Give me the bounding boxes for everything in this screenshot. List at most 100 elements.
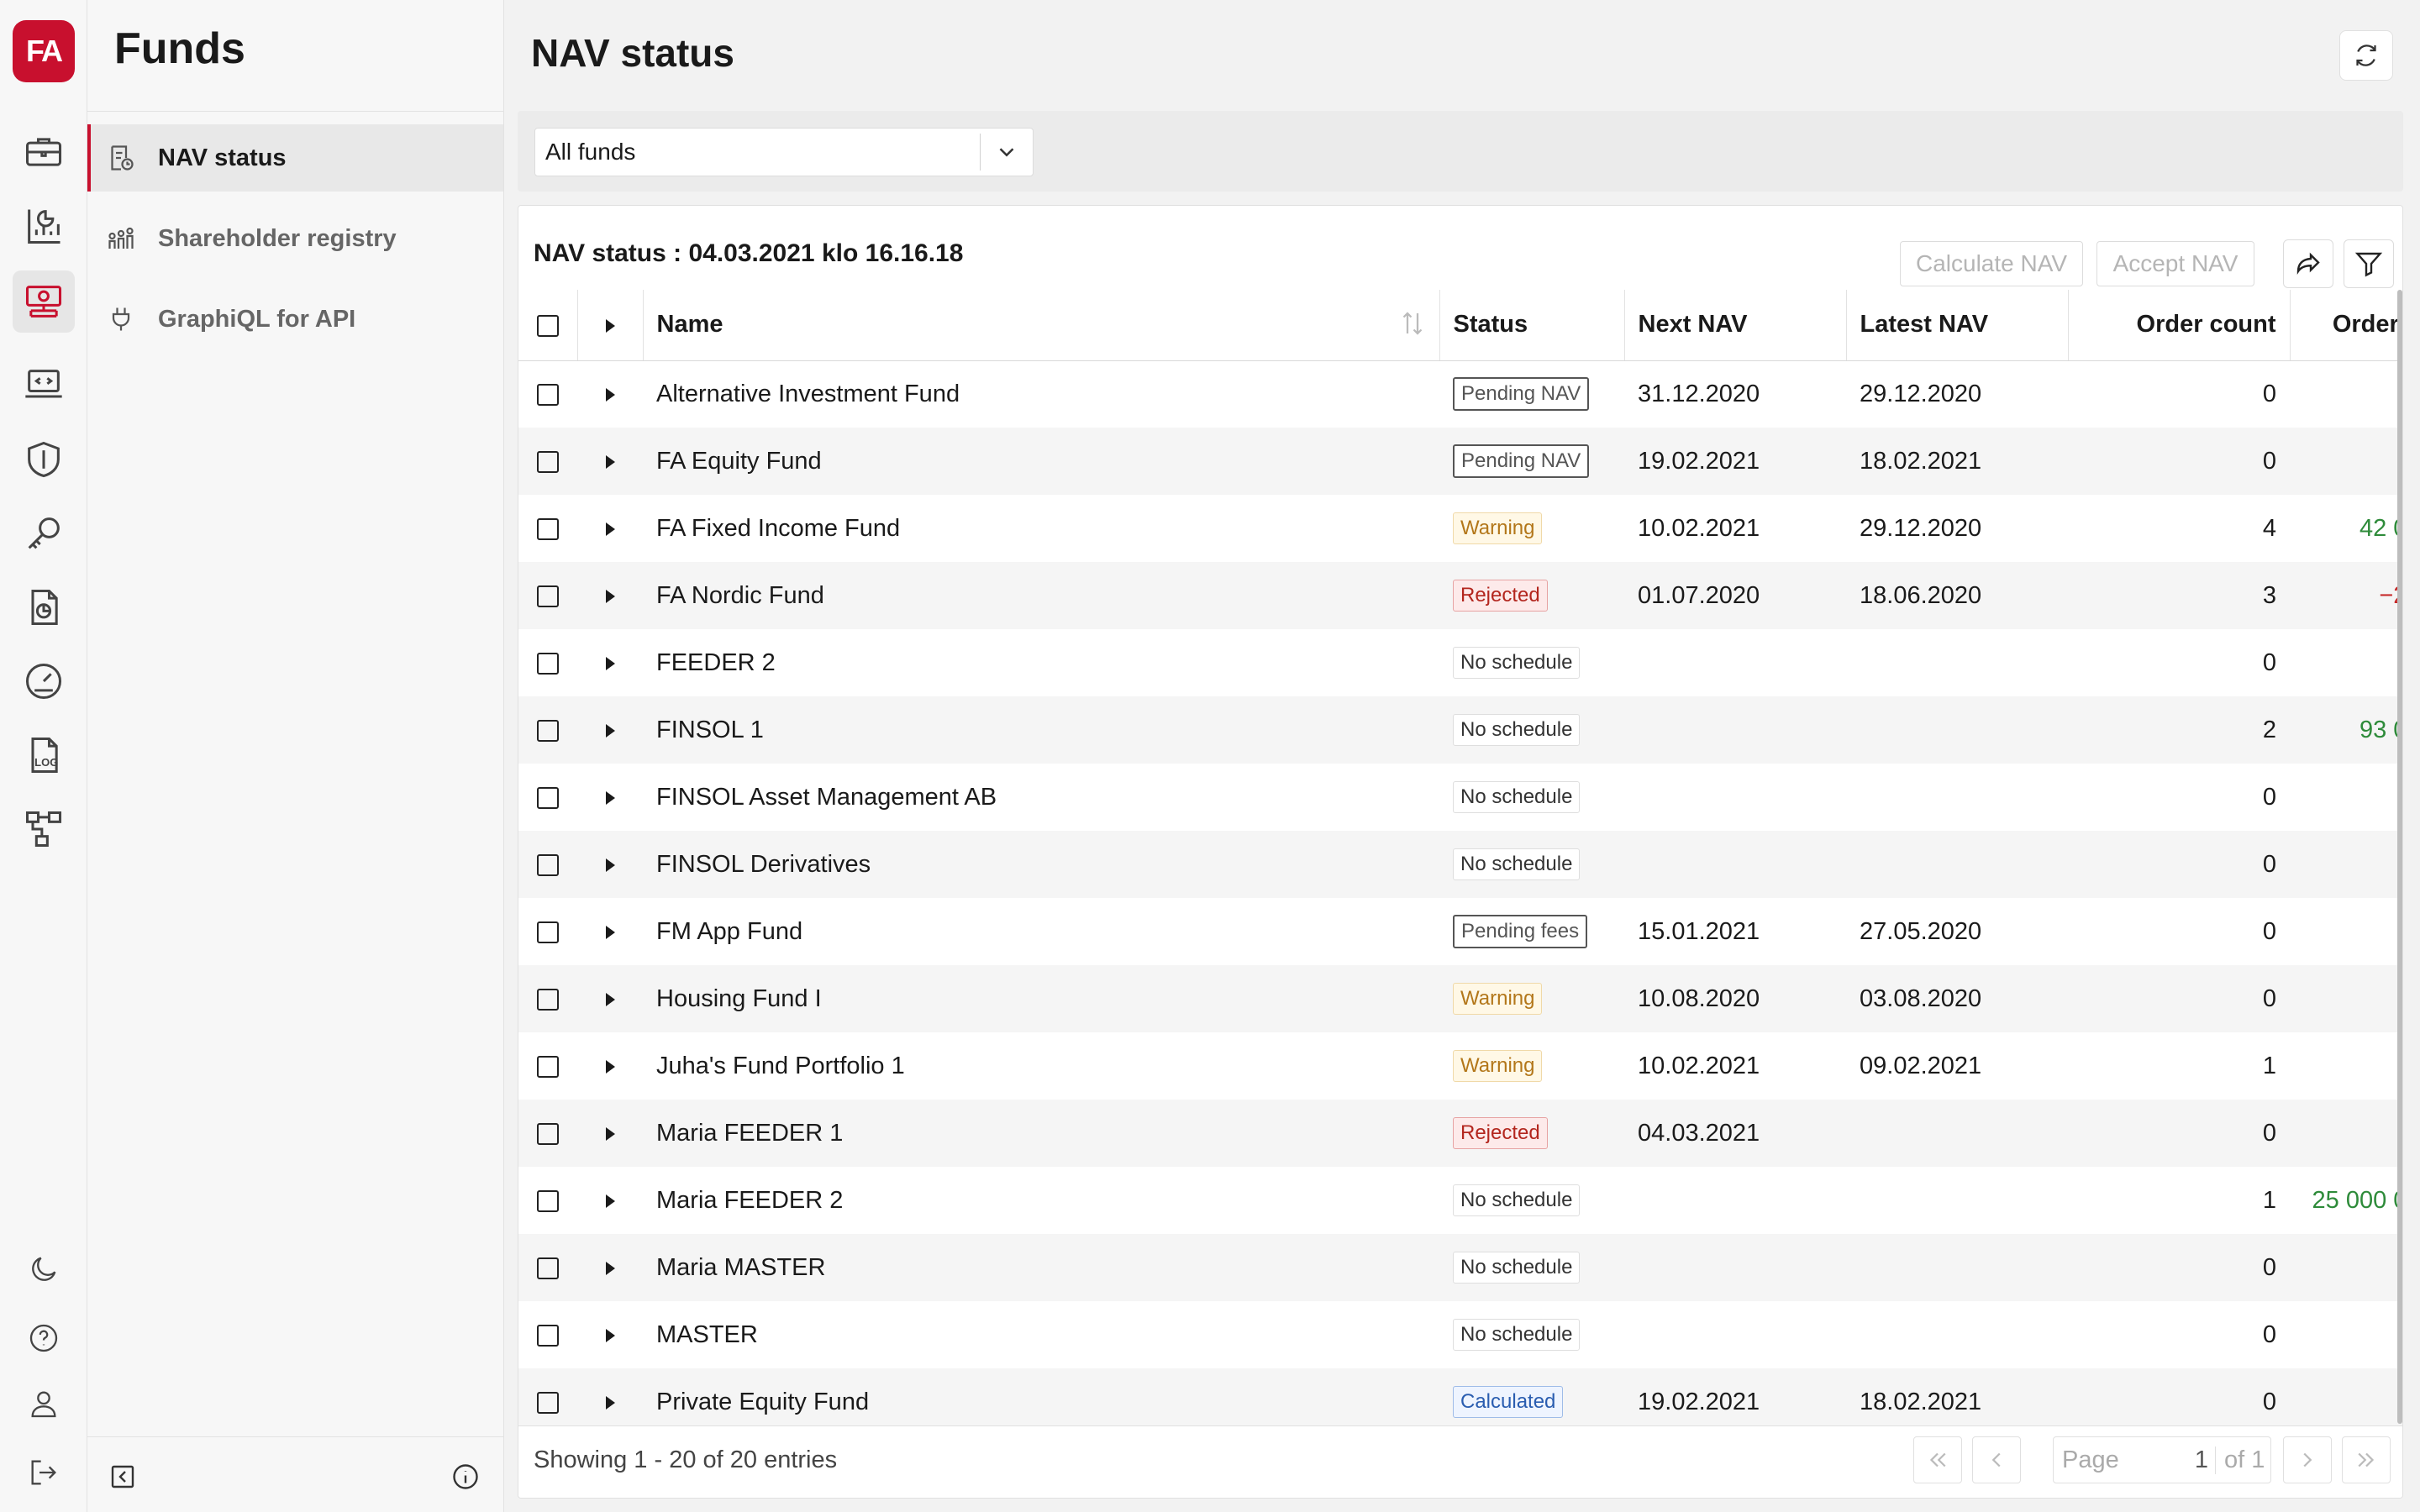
table-row[interactable]: FINSOL Asset Management AB No schedule 0 [518,764,2402,831]
expand-row-caret-icon[interactable] [605,925,615,939]
portfolio-briefcase-icon[interactable] [13,121,75,183]
expand-row-caret-icon[interactable] [605,992,615,1006]
table-row[interactable]: Maria FEEDER 2 No schedule 125 000 000,00 [518,1167,2402,1234]
log-icon[interactable]: LOG [13,724,75,786]
expand-row-caret-icon[interactable] [605,858,615,872]
fund-name[interactable]: FM App Fund [643,898,1439,965]
row-checkbox[interactable] [537,1189,559,1212]
table-row[interactable]: FM App Fund Pending fees 15.01.2021 27.05.2… [518,898,2402,965]
col-header-order-value[interactable]: Order value [2290,290,2402,361]
fund-name[interactable]: Housing Fund I [643,965,1439,1032]
row-checkbox[interactable] [537,1324,559,1347]
row-checkbox[interactable] [537,719,559,742]
fund-name[interactable]: FINSOL 1 [643,696,1439,764]
row-checkbox[interactable] [537,450,559,473]
info-icon[interactable] [447,1458,484,1495]
table-row[interactable]: FA Equity Fund Pending NAV 19.02.2021 18.02… [518,428,2402,495]
fund-name[interactable]: Maria FEEDER 1 [643,1100,1439,1167]
dashboard-gauge-icon[interactable] [13,650,75,712]
report-document-icon[interactable] [13,576,75,638]
table-row[interactable]: Maria MASTER No schedule 00,00 [518,1234,2402,1301]
fund-name[interactable]: FA Equity Fund [643,428,1439,495]
table-row[interactable]: Alternative Investment Fund Pending NAV 31… [518,360,2402,428]
chevron-down-icon[interactable] [981,139,1033,165]
analytics-chart-icon[interactable] [13,195,75,257]
table-row[interactable]: Juha's Fund Portfolio 1 Warning 10.02.2021… [518,1032,2402,1100]
code-laptop-icon[interactable] [13,354,75,417]
help-icon[interactable] [13,1307,75,1369]
nav-item-shareholder-registry[interactable]: Shareholder registry [87,205,503,272]
expand-row-caret-icon[interactable] [605,522,615,536]
row-checkbox[interactable] [537,1122,559,1145]
logout-icon[interactable] [13,1441,75,1504]
table-row[interactable]: FINSOL 1 No schedule 293 000,00 [518,696,2402,764]
col-header-status[interactable]: Status [1439,290,1625,361]
table-row[interactable]: FA Fixed Income Fund Warning 10.02.2021 29.… [518,495,2402,562]
table-row[interactable]: FINSOL Derivatives No schedule 00,00 [518,831,2402,898]
expand-row-caret-icon[interactable] [605,790,615,805]
expand-row-caret-icon[interactable] [605,1261,615,1275]
row-checkbox[interactable] [537,517,559,540]
fa-logo[interactable]: FA [13,20,75,82]
fund-name[interactable]: FA Nordic Fund [643,562,1439,629]
expand-row-caret-icon[interactable] [605,1328,615,1342]
col-header-order-count[interactable]: Order count [2068,290,2291,361]
row-checkbox[interactable] [537,1055,559,1078]
row-checkbox[interactable] [537,853,559,876]
table-row[interactable]: Housing Fund I Warning 10.08.2020 03.08.202… [518,965,2402,1032]
fund-name[interactable]: FINSOL Asset Management AB [643,764,1439,831]
expand-row-caret-icon[interactable] [605,1059,615,1074]
table-row[interactable]: FA Nordic Fund Rejected 01.07.2020 18.06.20… [518,562,2402,629]
col-header-latest-nav[interactable]: Latest NAV [1846,290,2069,361]
accept-nav-button[interactable]: Accept NAV [2096,241,2254,286]
fund-name[interactable]: Juha's Fund Portfolio 1 [643,1032,1439,1100]
expand-row-caret-icon[interactable] [605,388,615,402]
fund-name[interactable]: Alternative Investment Fund [643,360,1439,428]
row-checkbox[interactable] [537,384,559,407]
expand-row-caret-icon[interactable] [605,656,615,670]
col-header-name[interactable]: Name [643,290,1440,361]
fund-name[interactable]: FA Fixed Income Fund [643,495,1439,562]
expand-row-caret-icon[interactable] [605,1126,615,1141]
expand-row-caret-icon[interactable] [605,723,615,738]
fund-name[interactable]: FINSOL Derivatives [643,831,1439,898]
nav-item-graphiql[interactable]: GraphiQL for API [87,286,503,353]
expand-all-caret-icon[interactable] [605,318,615,333]
page-input[interactable]: 1 [2131,1446,2215,1474]
col-header-next-nav[interactable]: Next NAV [1624,290,1847,361]
select-all-checkbox[interactable] [536,314,559,337]
fund-select[interactable]: All funds [534,128,1034,176]
row-checkbox[interactable] [537,786,559,809]
row-checkbox[interactable] [537,921,559,943]
table-row[interactable]: FEEDER 2 No schedule 0 [518,629,2402,696]
fund-name[interactable]: FEEDER 2 [643,629,1439,696]
filter-button[interactable] [2344,239,2394,288]
share-button[interactable] [2283,239,2333,288]
table-row[interactable]: Maria FEEDER 1 Rejected 04.03.2021 00,00 [518,1100,2402,1167]
fund-name[interactable]: Maria FEEDER 2 [643,1167,1439,1234]
fund-name[interactable]: MASTER [643,1301,1439,1368]
last-page-button[interactable] [2342,1436,2391,1483]
collapse-panel-icon[interactable] [104,1458,141,1495]
funds-money-icon[interactable] [13,270,75,333]
user-profile-icon[interactable] [13,1373,75,1435]
expand-row-caret-icon[interactable] [605,454,615,469]
row-checkbox[interactable] [537,652,559,675]
table-scrollbar[interactable] [2397,290,2402,1424]
security-shield-icon[interactable] [13,428,75,491]
row-checkbox[interactable] [537,1257,559,1279]
expand-row-caret-icon[interactable] [605,1194,615,1208]
row-checkbox[interactable] [537,988,559,1011]
prev-page-button[interactable] [1972,1436,2021,1483]
expand-row-caret-icon[interactable] [605,1395,615,1410]
fund-name[interactable]: Maria MASTER [643,1234,1439,1301]
first-page-button[interactable] [1913,1436,1962,1483]
row-checkbox[interactable] [537,1391,559,1414]
next-page-button[interactable] [2283,1436,2332,1483]
refresh-button[interactable] [2339,30,2393,81]
table-row[interactable]: MASTER No schedule 00,00 [518,1301,2402,1368]
row-checkbox[interactable] [537,585,559,607]
nav-item-nav-status[interactable]: NAV status [87,124,503,192]
expand-row-caret-icon[interactable] [605,589,615,603]
workflow-icon[interactable] [13,798,75,860]
